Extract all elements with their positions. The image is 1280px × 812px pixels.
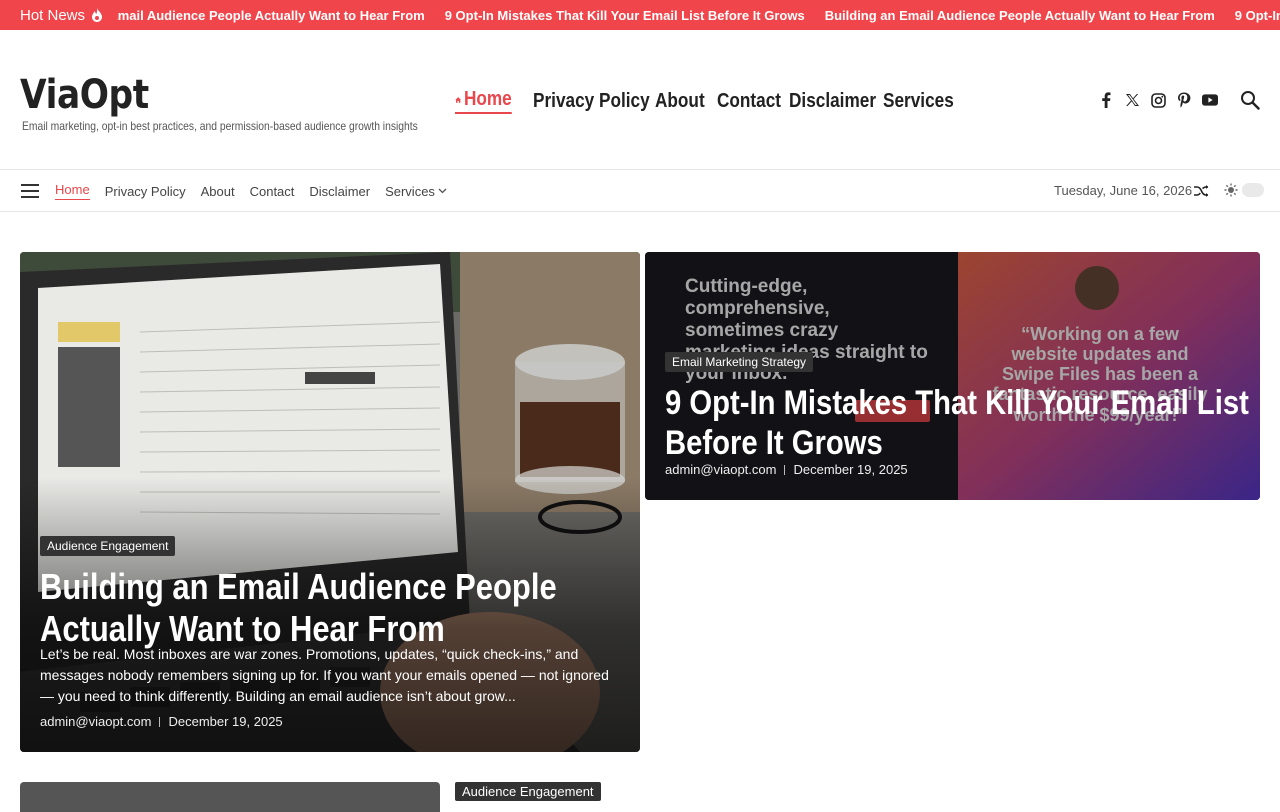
main-nav-about[interactable]: About	[655, 90, 705, 113]
hot-news-label: Hot News	[0, 0, 118, 30]
post-meta: admin@viaopt.com December 19, 2025	[665, 462, 908, 477]
post-meta: admin@viaopt.com December 19, 2025	[40, 714, 283, 729]
category-badge[interactable]: Audience Engagement	[40, 536, 176, 556]
home-icon	[455, 96, 462, 103]
post-title[interactable]: Building an Email Audience People Actual…	[40, 566, 640, 650]
x-icon[interactable]	[1124, 92, 1140, 108]
ticker-item[interactable]: Building an Email Audience People Actual…	[825, 8, 1215, 23]
ticker-item[interactable]: 9 Opt-In Mistakes That Kill Your Email L…	[1235, 8, 1280, 23]
facebook-icon[interactable]	[1098, 92, 1114, 108]
main-nav-privacy-policy[interactable]: Privacy Policy	[533, 90, 650, 113]
current-date: Tuesday, June 16, 2026	[1054, 183, 1193, 198]
secondary-nav: Home Privacy Policy About Contact Discla…	[0, 171, 1280, 212]
post-title[interactable]: 9 Opt-In Mistakes That Kill Your Email L…	[665, 384, 1250, 464]
featured-post-small[interactable]: Cutting-edge, comprehensive, sometimes c…	[645, 252, 1260, 500]
category-badge[interactable]: Audience Engagement	[455, 782, 601, 801]
post-author[interactable]: admin@viaopt.com	[665, 462, 776, 477]
shuffle-icon[interactable]	[1193, 183, 1209, 199]
sun-icon	[1224, 183, 1238, 197]
category-badge[interactable]: Email Marketing Strategy	[665, 352, 814, 372]
site-logo[interactable]: ViaOpt	[20, 72, 149, 118]
main-nav-home-label: Home	[463, 88, 512, 110]
sub-nav-contact[interactable]: Contact	[250, 182, 295, 200]
hot-news-bar: Hot News Email Audience People Actually …	[0, 0, 1280, 30]
menu-icon[interactable]	[21, 184, 39, 198]
sub-nav-services[interactable]: Services	[385, 182, 447, 200]
sub-nav-services-label: Services	[385, 183, 435, 199]
site-header: ViaOpt Email marketing, opt-in best prac…	[0, 30, 1280, 170]
sub-nav-disclaimer[interactable]: Disclaimer	[309, 182, 370, 200]
post-date: December 19, 2025	[793, 462, 908, 477]
main-nav-home[interactable]: Home	[455, 88, 512, 114]
main-nav-services[interactable]: Services	[883, 90, 954, 113]
sub-nav-home[interactable]: Home	[55, 182, 90, 200]
instagram-icon[interactable]	[1150, 92, 1166, 108]
youtube-icon[interactable]	[1202, 92, 1218, 108]
fire-icon	[92, 8, 103, 22]
chevron-down-icon	[438, 188, 447, 194]
social-links	[1098, 92, 1218, 108]
main-nav-disclaimer[interactable]: Disclaimer	[789, 90, 876, 113]
sub-nav-privacy-policy[interactable]: Privacy Policy	[105, 182, 186, 200]
main-nav-services-label: Services	[883, 89, 954, 112]
secondary-nav-items: Home Privacy Policy About Contact Discla…	[55, 182, 447, 200]
post-thumbnail-bottom[interactable]	[20, 782, 440, 812]
toggle-switch[interactable]	[1242, 183, 1264, 197]
main-nav-contact[interactable]: Contact	[717, 90, 781, 113]
featured-post-large[interactable]: Audience Engagement Building an Email Au…	[20, 252, 640, 752]
ticker-item[interactable]: Email Audience People Actually Want to H…	[109, 8, 425, 23]
hot-news-label-text: Hot News	[20, 6, 86, 24]
hot-news-ticker: Email Audience People Actually Want to H…	[109, 8, 1280, 23]
post-excerpt: Let’s be real. Most inboxes are war zone…	[40, 646, 609, 704]
post-author[interactable]: admin@viaopt.com	[40, 714, 151, 729]
dark-mode-toggle[interactable]	[1224, 183, 1264, 197]
search-icon[interactable]	[1240, 90, 1260, 110]
pinterest-icon[interactable]	[1176, 92, 1192, 108]
main-nav: Home Privacy Policy About Contact Discla…	[455, 88, 965, 114]
post-date: December 19, 2025	[168, 714, 283, 729]
sub-nav-about[interactable]: About	[201, 182, 235, 200]
site-tagline: Email marketing, opt-in best practices, …	[22, 119, 418, 133]
ticker-item[interactable]: 9 Opt-In Mistakes That Kill Your Email L…	[445, 8, 805, 23]
